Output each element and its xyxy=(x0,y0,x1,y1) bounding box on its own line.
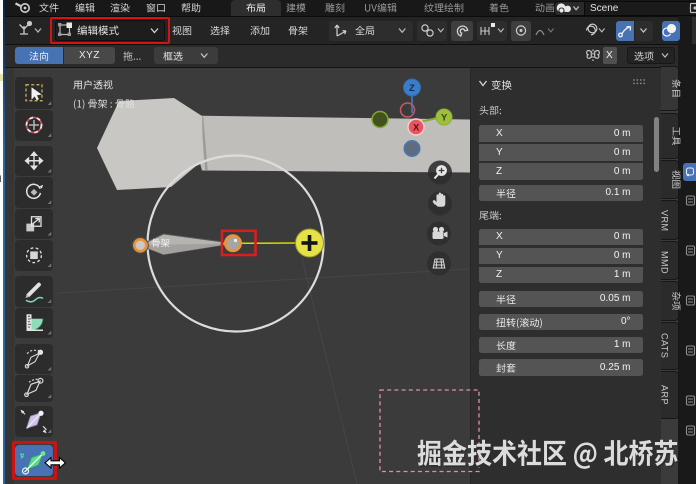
svg-text:Z: Z xyxy=(409,83,415,94)
svg-text:Y: Y xyxy=(441,113,448,124)
svg-text:X: X xyxy=(413,123,420,134)
